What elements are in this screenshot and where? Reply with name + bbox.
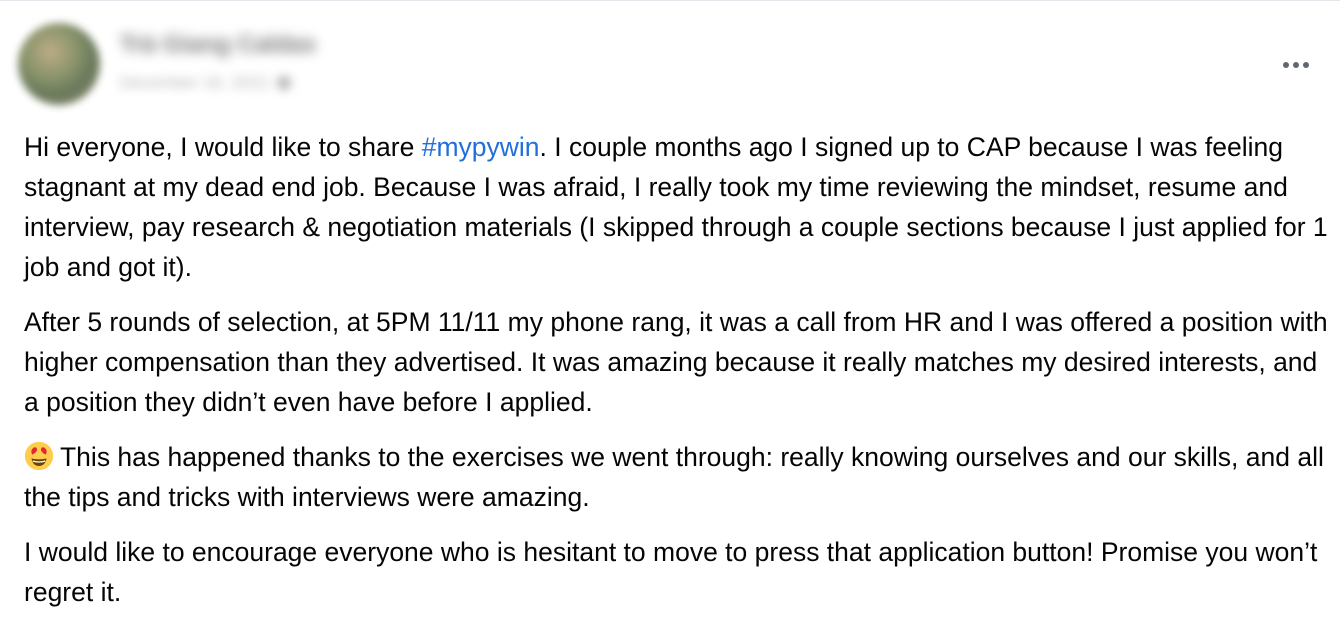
post-header: Trà Giang Caldas December 16, 2021 [18,19,1318,109]
post-timestamp[interactable]: December 16, 2021 [120,73,269,93]
post-paragraph-3: This has happened thanks to the exercise… [24,437,1329,517]
post-paragraph-2: After 5 rounds of selection, at 5PM 11/1… [24,307,1328,417]
hashtag-link[interactable]: #mypywin [422,132,540,162]
heart-eyes-emoji-icon [24,441,54,471]
more-options-icon-dot [1293,62,1299,68]
post-body: Hi everyone, I would like to share #mypy… [24,127,1329,627]
author-name[interactable]: Trà Giang Caldas [120,31,316,59]
paragraph-3-text: This has happened thanks to the exercise… [24,442,1324,512]
more-options-button[interactable] [1276,45,1316,85]
post-paragraph-1: Hi everyone, I would like to share #mypy… [24,127,1329,287]
post-paragraph-4: I would like to encourage everyone who i… [24,537,1318,607]
post-meta: December 16, 2021 [120,73,292,93]
author-avatar[interactable] [18,23,100,105]
globe-icon [277,76,292,90]
post-card: Trà Giang Caldas December 16, 2021 Hi ev… [0,0,1340,630]
paragraph-1-text-start: Hi everyone, I would like to share [24,132,422,162]
more-options-icon-dot [1303,62,1309,68]
more-options-icon [1283,62,1289,68]
